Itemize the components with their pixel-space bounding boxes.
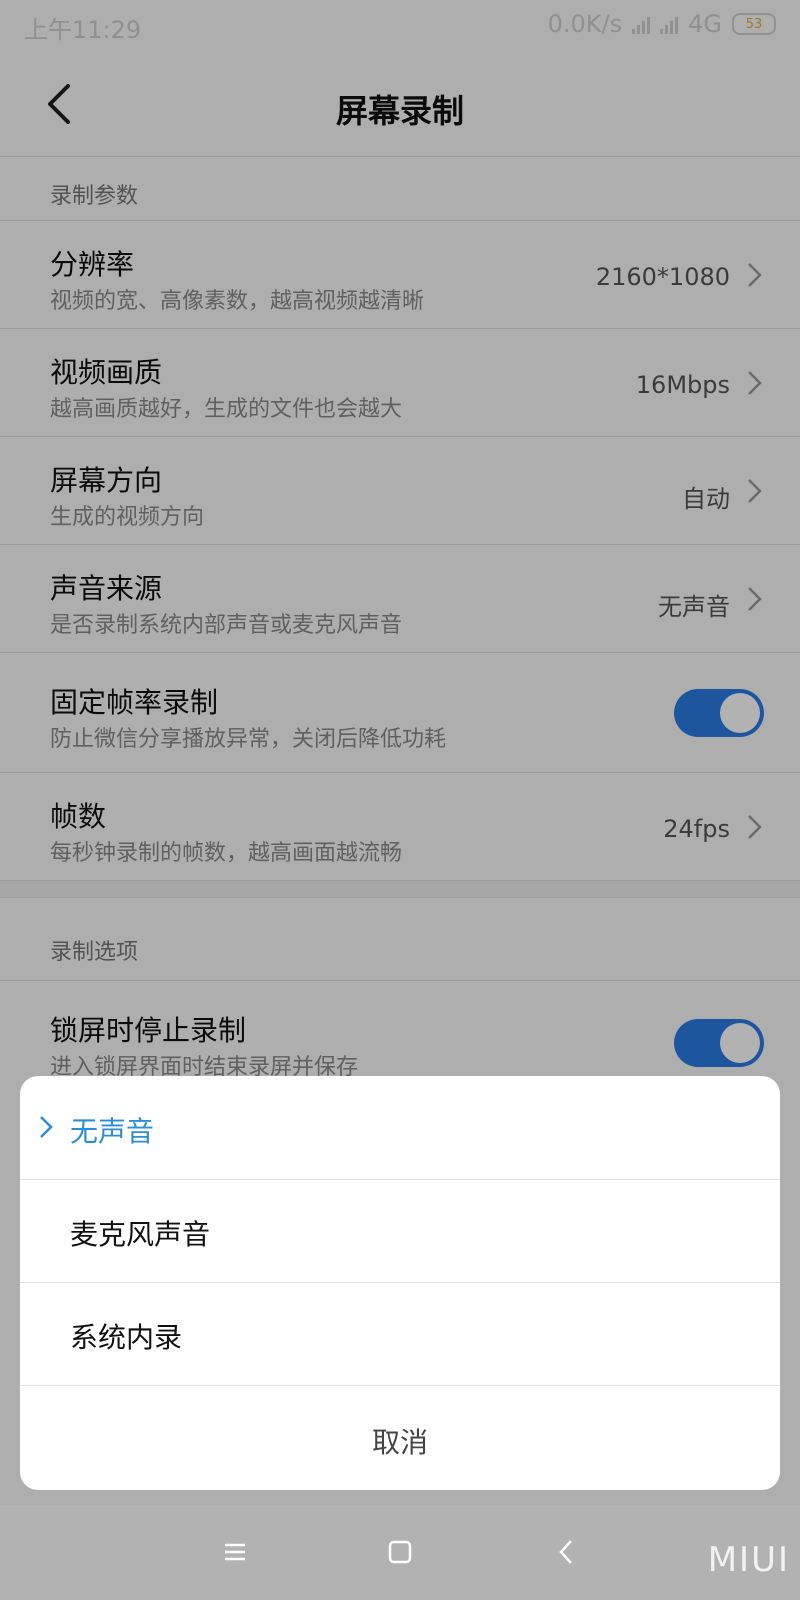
option-label: 无声音	[70, 1115, 155, 1148]
menu-icon[interactable]	[220, 1537, 250, 1567]
option-label: 麦克风声音	[70, 1218, 211, 1251]
option-system-audio[interactable]: 系统内录	[20, 1282, 780, 1386]
option-no-audio[interactable]: 无声音	[20, 1076, 780, 1180]
cancel-button[interactable]: 取消	[20, 1385, 780, 1490]
option-label: 系统内录	[70, 1321, 183, 1354]
nav-bar: MIUI	[0, 1505, 800, 1600]
home-icon[interactable]	[385, 1537, 415, 1567]
chevron-right-icon	[40, 1116, 53, 1138]
audio-source-sheet: 无声音 麦克风声音 系统内录 取消	[20, 1076, 780, 1490]
miui-watermark: MIUI	[707, 1540, 790, 1580]
option-microphone[interactable]: 麦克风声音	[20, 1179, 780, 1283]
back-nav-icon[interactable]	[552, 1537, 582, 1567]
cancel-label: 取消	[371, 1426, 428, 1459]
